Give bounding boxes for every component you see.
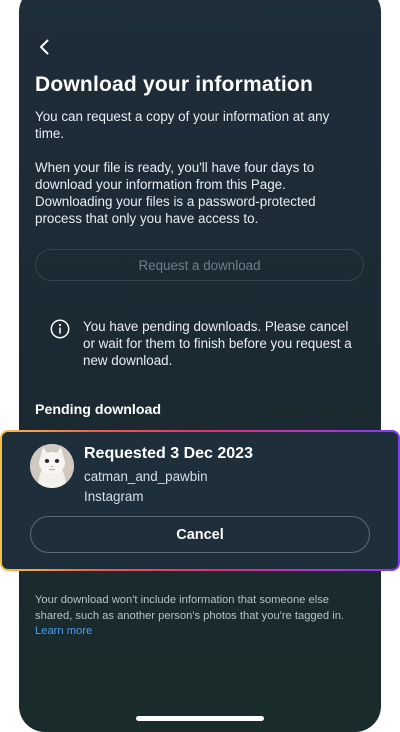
info-icon [50, 319, 70, 339]
requested-date: Requested 3 Dec 2023 [84, 445, 253, 462]
pending-download-card-body: Requested 3 Dec 2023 catman_and_pawbin I… [2, 432, 398, 569]
account-username: catman_and_pawbin [84, 469, 208, 484]
cancel-button[interactable]: Cancel [30, 516, 370, 553]
page-title: Download your information [35, 73, 313, 96]
back-button[interactable] [36, 38, 54, 56]
chevron-left-icon [40, 39, 49, 55]
account-app: Instagram [84, 489, 144, 504]
footer-note-text: Your download won't include information … [35, 594, 345, 622]
pending-notice: You have pending downloads. Please cance… [50, 318, 360, 369]
request-download-button[interactable]: Request a download [35, 249, 364, 281]
details-text: When your file is ready, you'll have fou… [35, 160, 316, 226]
learn-more-link[interactable]: Learn more [35, 625, 92, 637]
cat-avatar-icon [30, 444, 74, 488]
pending-download-card: Requested 3 Dec 2023 catman_and_pawbin I… [0, 430, 400, 571]
footer-note: Your download won't include information … [35, 593, 365, 640]
avatar [30, 444, 74, 488]
intro-text: You can request a copy of your informati… [35, 109, 330, 141]
notice-text: You have pending downloads. Please cance… [83, 319, 352, 368]
pending-section-title: Pending download [35, 402, 162, 418]
home-indicator[interactable] [136, 716, 264, 721]
